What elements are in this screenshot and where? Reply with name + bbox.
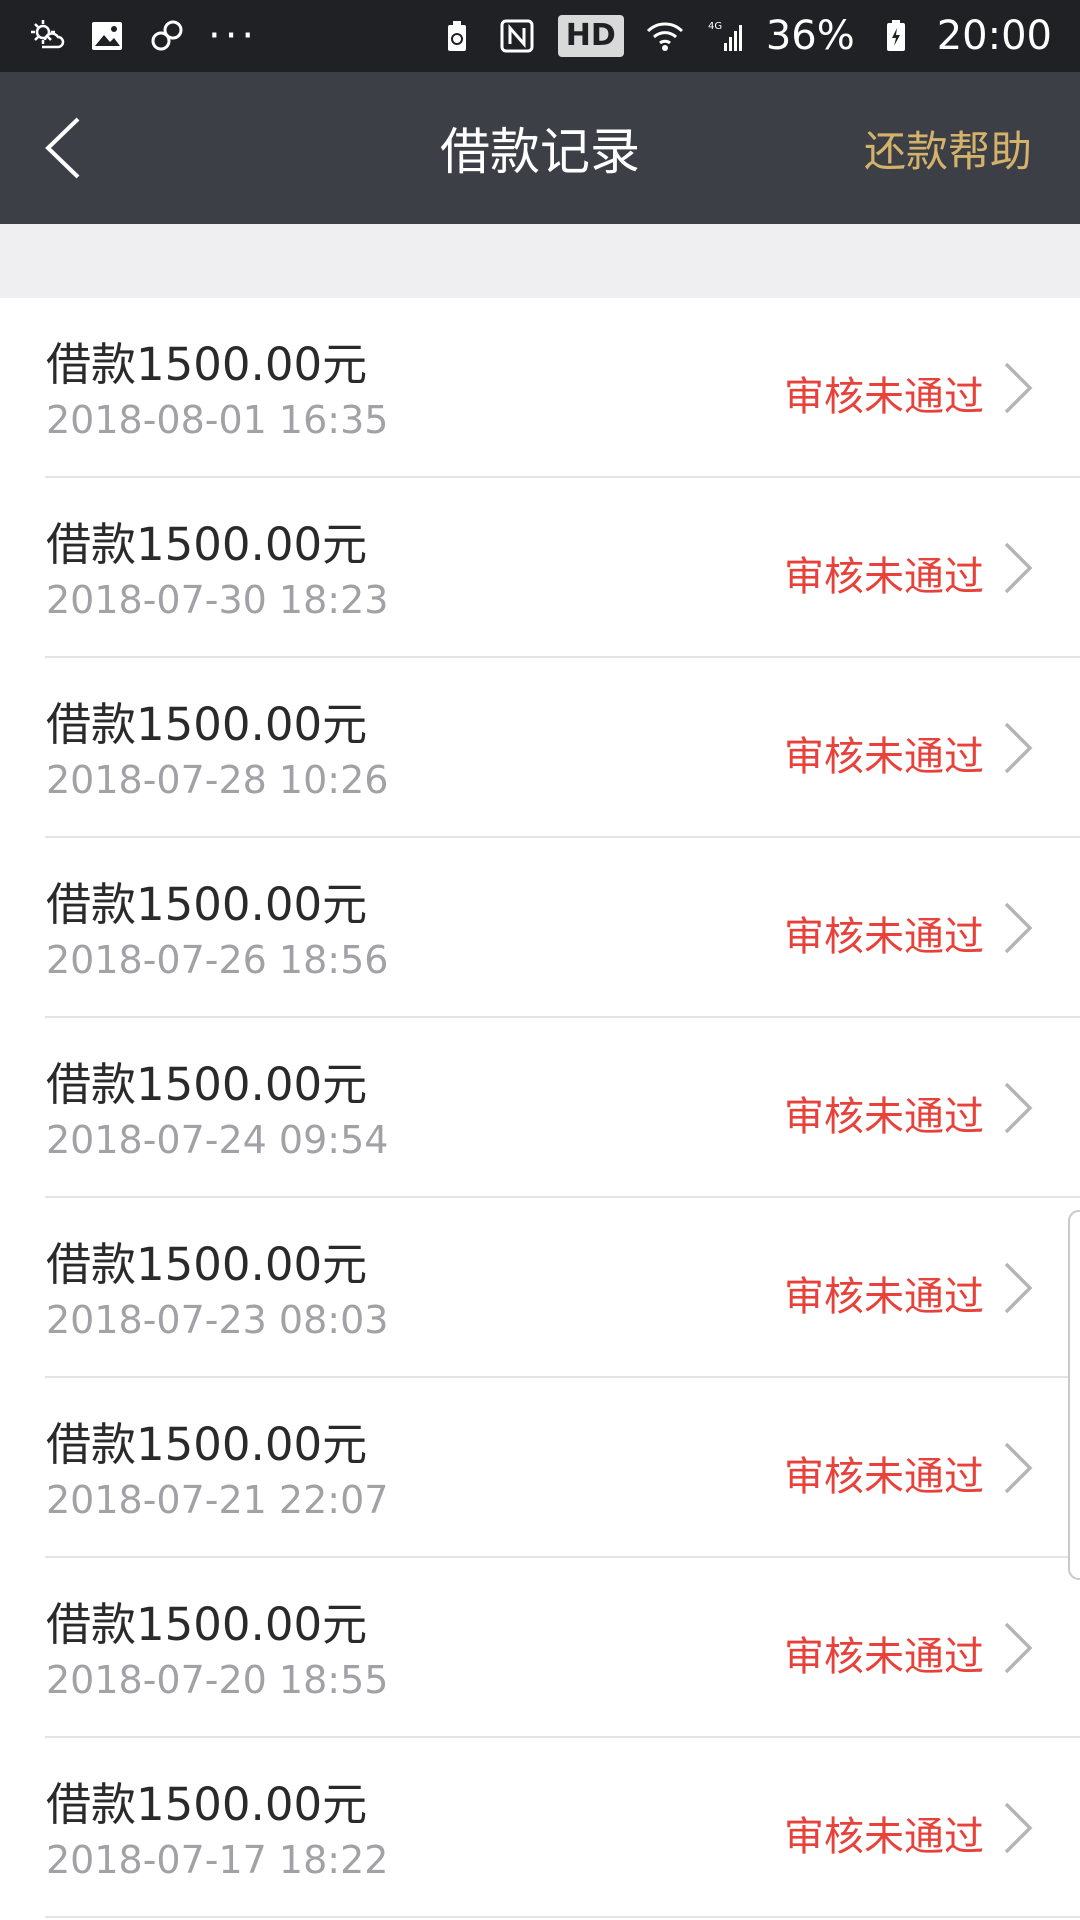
- review-status: 审核未通过: [784, 1094, 984, 1140]
- gallery-icon: [88, 17, 126, 55]
- chevron-right-icon: [1000, 720, 1036, 776]
- status-bar-right: HD 4G 36% 20:00: [438, 13, 1052, 59]
- edge-panel-handle[interactable]: [1068, 1210, 1080, 1580]
- loan-record-row[interactable]: 借款1500.00元 2018-07-23 08:03 审核未通过: [0, 1198, 1080, 1378]
- loan-amount: 借款1500.00元: [46, 1058, 368, 1111]
- loan-record-list: 借款1500.00元 2018-08-01 16:35 审核未通过 借款1500.00…: [0, 298, 1080, 1918]
- chevron-right-icon: [1000, 1800, 1036, 1856]
- loan-record-row[interactable]: 借款1500.00元 2018-07-24 09:54 审核未通过: [0, 1018, 1080, 1198]
- cellular-signal-icon: 4G: [706, 17, 744, 55]
- recycle-icon: [438, 17, 476, 55]
- weather-icon: [28, 17, 66, 55]
- chevron-right-icon: [1000, 1620, 1036, 1676]
- loan-amount: 借款1500.00元: [46, 878, 368, 931]
- hd-voice-badge: HD: [557, 15, 624, 57]
- review-status: 审核未通过: [784, 1814, 984, 1860]
- review-status: 审核未通过: [784, 374, 984, 420]
- loan-date: 2018-07-23 08:03: [46, 1298, 389, 1342]
- loan-amount: 借款1500.00元: [46, 1778, 368, 1831]
- repayment-help-link[interactable]: 还款帮助: [864, 72, 1032, 224]
- loan-amount: 借款1500.00元: [46, 1238, 368, 1291]
- loan-date: 2018-08-01 16:35: [46, 398, 389, 442]
- svg-text:4G: 4G: [708, 21, 722, 32]
- loan-record-row[interactable]: 借款1500.00元 2018-07-26 18:56 审核未通过: [0, 838, 1080, 1018]
- loan-record-row[interactable]: 借款1500.00元 2018-08-01 16:35 审核未通过: [0, 298, 1080, 478]
- nfc-icon: [498, 17, 536, 55]
- loan-record-row[interactable]: 借款1500.00元 2018-07-20 18:55 审核未通过: [0, 1558, 1080, 1738]
- loan-date: 2018-07-20 18:55: [46, 1658, 389, 1702]
- loan-date: 2018-07-17 18:22: [46, 1838, 389, 1882]
- loan-amount: 借款1500.00元: [46, 338, 368, 391]
- section-gap: [0, 224, 1080, 298]
- loan-date: 2018-07-21 22:07: [46, 1478, 389, 1522]
- link-icon: [148, 17, 186, 55]
- review-status: 审核未通过: [784, 1634, 984, 1680]
- loan-amount: 借款1500.00元: [46, 698, 368, 751]
- more-notifications-icon: ···: [208, 13, 259, 59]
- loan-amount: 借款1500.00元: [46, 518, 368, 571]
- battery-percent: 36%: [765, 13, 855, 59]
- chevron-right-icon: [1000, 1080, 1036, 1136]
- row-divider: [45, 1916, 1080, 1918]
- loan-record-row[interactable]: 借款1500.00元 2018-07-21 22:07 审核未通过: [0, 1378, 1080, 1558]
- wifi-icon: [646, 17, 684, 55]
- chevron-right-icon: [1000, 360, 1036, 416]
- chevron-right-icon: [1000, 540, 1036, 596]
- chevron-right-icon: [1000, 1260, 1036, 1316]
- battery-icon: [877, 17, 915, 55]
- nav-header: 借款记录 还款帮助: [0, 72, 1080, 224]
- status-time: 20:00: [936, 13, 1052, 59]
- status-bar: ··· HD 4G 36% 20:00: [0, 0, 1080, 72]
- chevron-right-icon: [1000, 1440, 1036, 1496]
- loan-date: 2018-07-26 18:56: [46, 938, 389, 982]
- review-status: 审核未通过: [784, 914, 984, 960]
- status-bar-left: ···: [28, 13, 259, 59]
- loan-record-row[interactable]: 借款1500.00元 2018-07-28 10:26 审核未通过: [0, 658, 1080, 838]
- loan-amount: 借款1500.00元: [46, 1598, 368, 1651]
- loan-date: 2018-07-28 10:26: [46, 758, 389, 802]
- review-status: 审核未通过: [784, 1274, 984, 1320]
- loan-record-row[interactable]: 借款1500.00元 2018-07-17 18:22 审核未通过: [0, 1738, 1080, 1918]
- review-status: 审核未通过: [784, 734, 984, 780]
- loan-record-row[interactable]: 借款1500.00元 2018-07-30 18:23 审核未通过: [0, 478, 1080, 658]
- loan-date: 2018-07-30 18:23: [46, 578, 389, 622]
- review-status: 审核未通过: [784, 554, 984, 600]
- loan-amount: 借款1500.00元: [46, 1418, 368, 1471]
- chevron-right-icon: [1000, 900, 1036, 956]
- review-status: 审核未通过: [784, 1454, 984, 1500]
- loan-date: 2018-07-24 09:54: [46, 1118, 389, 1162]
